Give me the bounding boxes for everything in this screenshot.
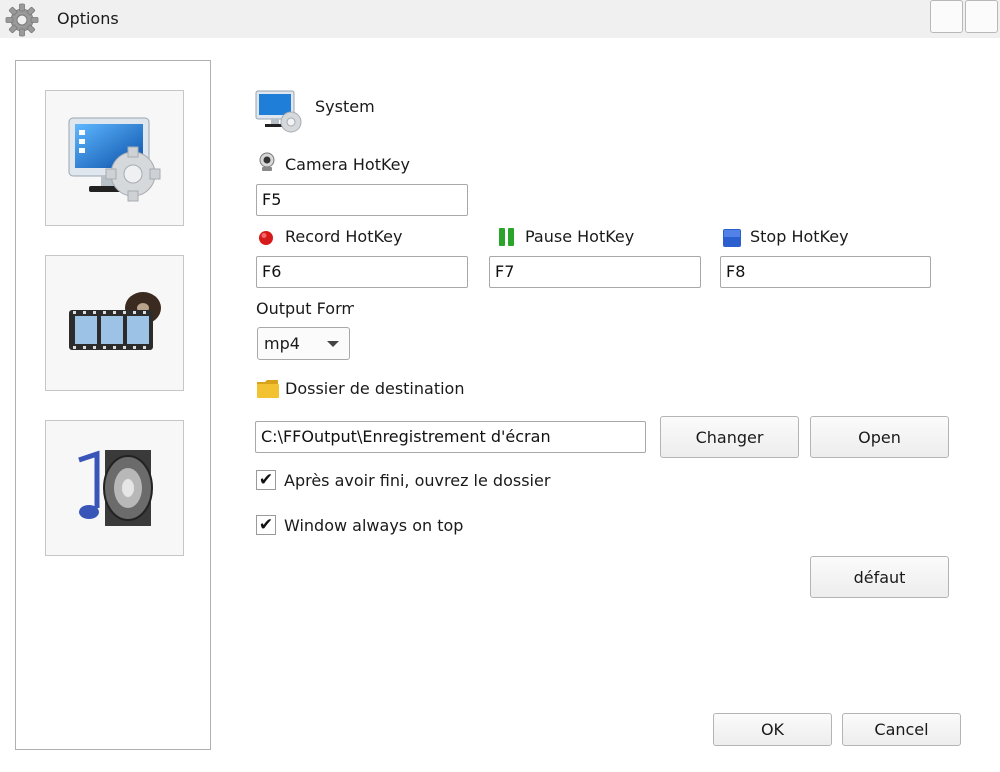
section-title: System: [315, 97, 375, 116]
output-format-value: mp4: [264, 334, 300, 353]
chevron-down-icon: [327, 341, 339, 347]
always-on-top-checkbox[interactable]: ✔: [256, 515, 276, 535]
pause-icon: [497, 227, 517, 251]
monitor-gear-icon: [68, 117, 160, 202]
gear-icon: [4, 2, 40, 38]
always-on-top-label: Window always on top: [284, 516, 464, 535]
folder-icon: [256, 377, 280, 403]
ok-button[interactable]: OK: [713, 713, 832, 746]
window-title: Options: [57, 9, 119, 28]
stop-hotkey-input[interactable]: F8: [720, 256, 931, 288]
pause-hotkey-input[interactable]: F7: [489, 256, 701, 288]
open-after-finish-checkbox[interactable]: ✔: [256, 470, 276, 490]
speaker-music-icon: [77, 450, 153, 526]
cancel-button[interactable]: Cancel: [842, 713, 961, 746]
destination-path-input[interactable]: C:\FFOutput\Enregistrement d'écran: [255, 421, 646, 453]
change-folder-button[interactable]: Changer: [660, 416, 799, 458]
system-section-icon: [255, 88, 303, 140]
sidebar-item-audio[interactable]: [45, 420, 184, 556]
close-button[interactable]: [965, 0, 998, 33]
camera-hotkey-label: Camera HotKey: [285, 155, 410, 174]
film-reel-icon: [68, 292, 161, 350]
destination-label: Dossier de destination: [285, 379, 465, 398]
output-format-select[interactable]: mp4: [257, 327, 350, 360]
stop-square-icon: [722, 228, 742, 252]
camera-hotkey-input[interactable]: F5: [256, 184, 468, 216]
sidebar-item-system[interactable]: [45, 90, 184, 226]
record-hotkey-label: Record HotKey: [285, 227, 403, 246]
stop-hotkey-label: Stop HotKey: [750, 227, 849, 246]
open-folder-button[interactable]: Open: [810, 416, 949, 458]
monitor-gear-icon: [255, 90, 302, 133]
record-dot-icon: [258, 230, 274, 250]
default-button[interactable]: défaut: [810, 556, 949, 598]
minimize-button[interactable]: [930, 0, 963, 33]
sidebar-item-video[interactable]: [45, 255, 184, 391]
title-bar: Options: [0, 0, 1000, 38]
record-hotkey-input[interactable]: F6: [256, 256, 468, 288]
webcam-icon: [258, 152, 276, 176]
pause-hotkey-label: Pause HotKey: [525, 227, 635, 246]
open-after-finish-label: Après avoir fini, ouvrez le dossier: [284, 471, 551, 490]
output-format-label: Output Forma: [256, 299, 354, 318]
